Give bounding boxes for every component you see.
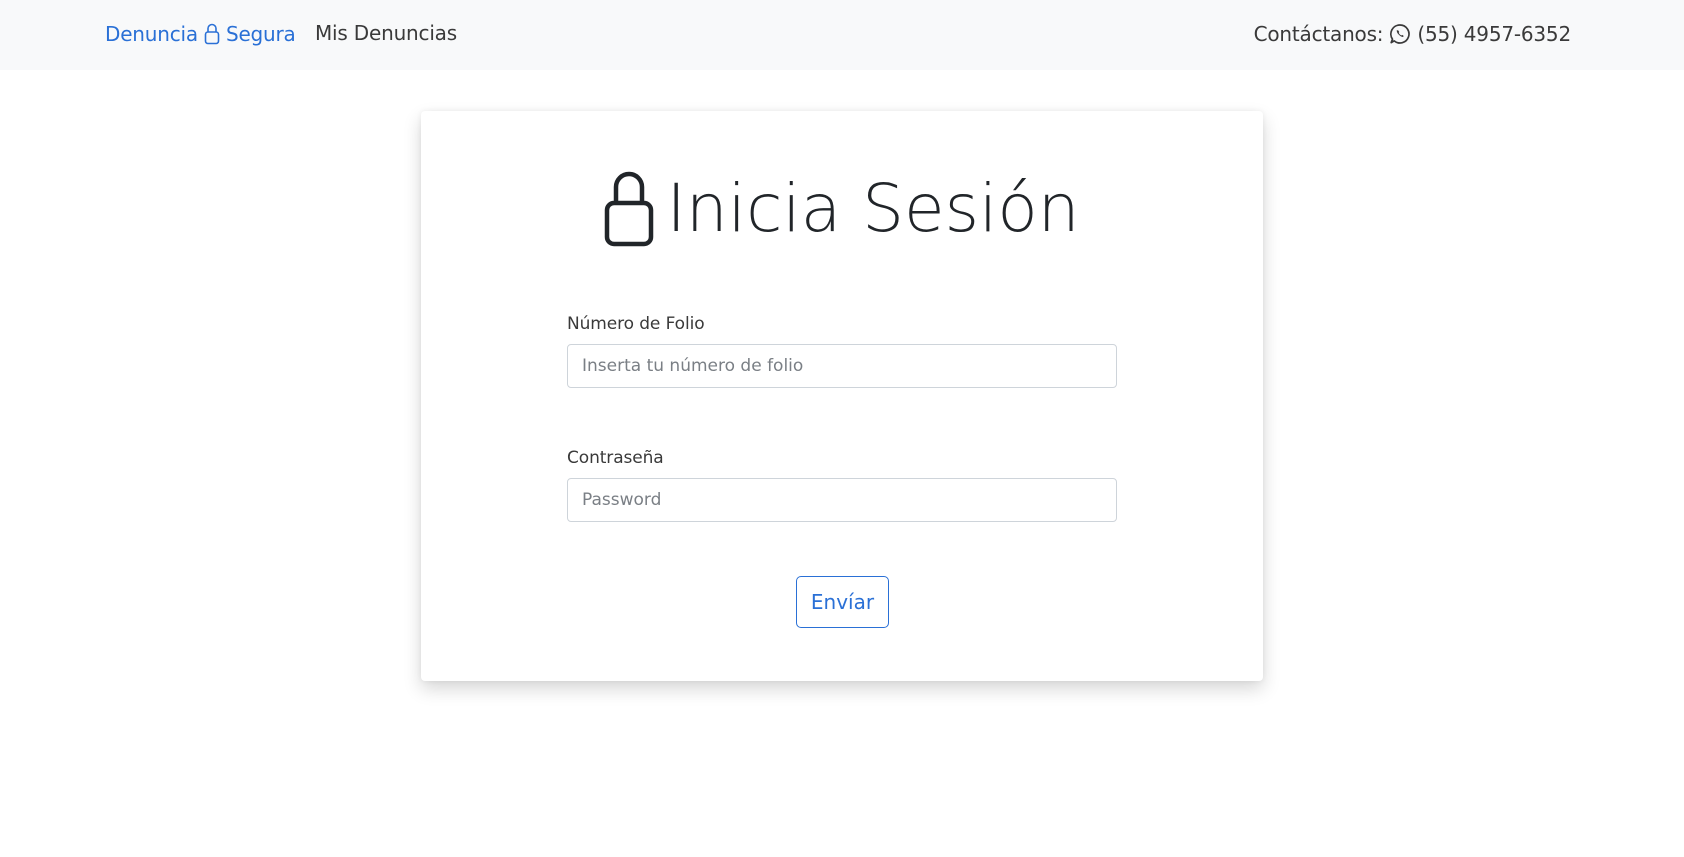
page-title: Inicia Sesión xyxy=(666,170,1080,247)
login-card: Inicia Sesión Número de Folio Contraseña… xyxy=(421,111,1263,681)
folio-input[interactable] xyxy=(567,344,1117,388)
submit-button[interactable]: Envíar xyxy=(796,576,889,628)
folio-label: Número de Folio xyxy=(567,314,705,334)
lock-icon xyxy=(204,23,220,45)
password-input[interactable] xyxy=(567,478,1117,522)
brand-suffix: Segura xyxy=(225,22,296,46)
password-field-group: Contraseña xyxy=(567,448,1117,522)
contact-label: Contáctanos: xyxy=(1253,22,1384,46)
folio-field-group: Número de Folio xyxy=(567,314,1117,388)
password-label: Contraseña xyxy=(567,448,664,468)
contact-phone: (55) 4957-6352 xyxy=(1417,22,1571,46)
whatsapp-icon xyxy=(1389,23,1411,45)
navbar: Denuncia Segura Mis Denuncias Contáctano… xyxy=(0,0,1684,70)
nav-link-mis-denuncias[interactable]: Mis Denuncias xyxy=(315,21,457,45)
lock-icon xyxy=(604,171,654,247)
login-title: Inicia Sesión xyxy=(421,171,1263,247)
brand-prefix: Denuncia xyxy=(105,22,198,46)
brand-link[interactable]: Denuncia Segura xyxy=(105,22,296,46)
contact-info: Contáctanos: (55) 4957-6352 xyxy=(1253,22,1572,46)
